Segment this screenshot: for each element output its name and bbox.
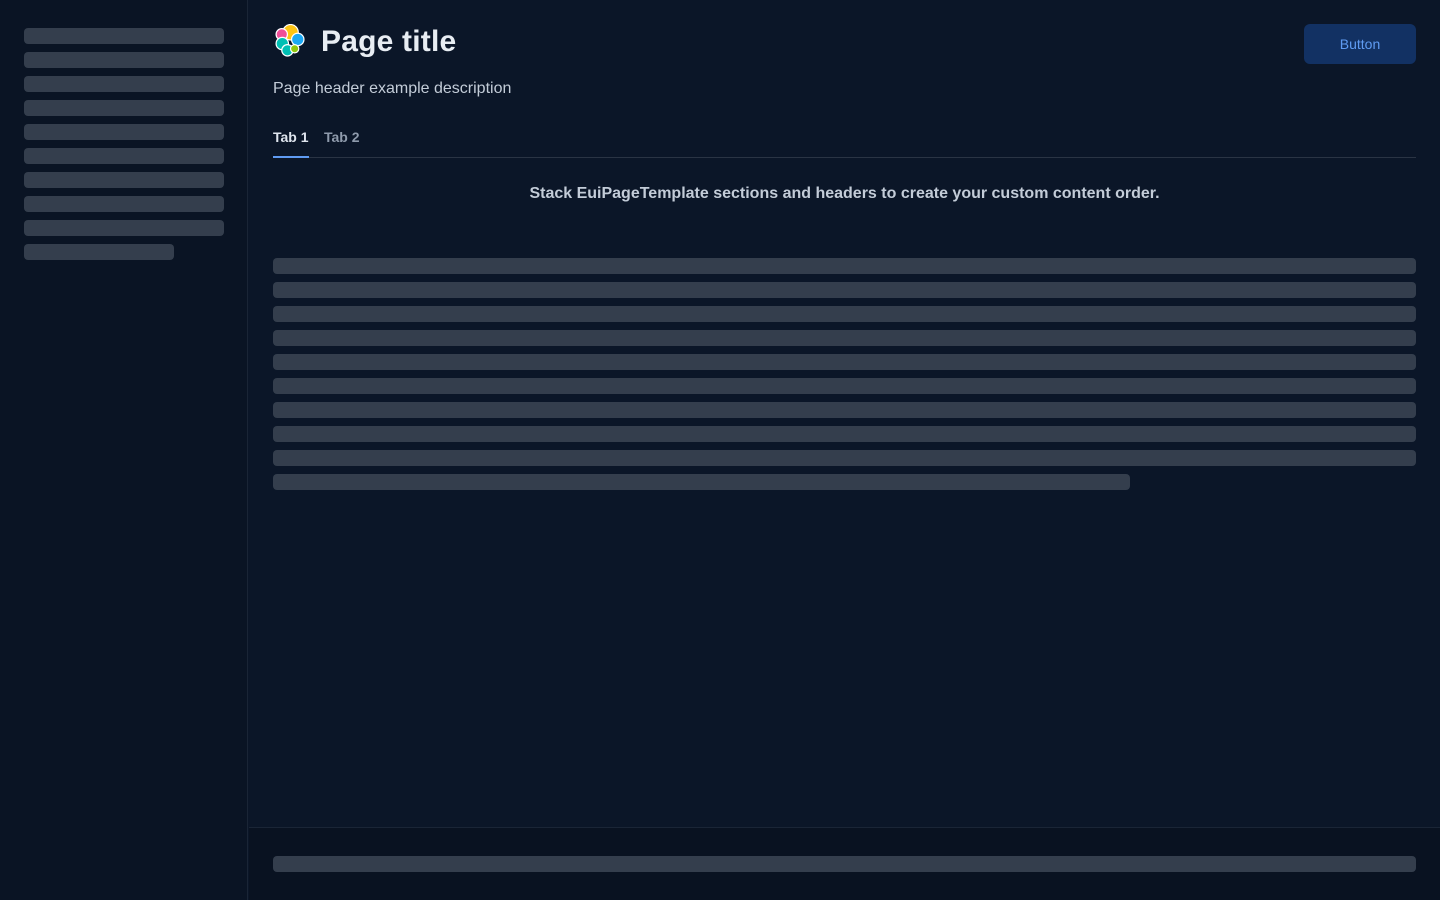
tab-bar: Tab 1 Tab 2 xyxy=(273,122,1416,158)
page-description: Page header example description xyxy=(273,80,512,97)
content-skeleton-line xyxy=(273,474,1130,490)
sidebar-skeleton-line xyxy=(24,172,224,188)
section-intro-text: Stack EuiPageTemplate sections and heade… xyxy=(529,185,1160,202)
content-skeleton-line xyxy=(273,378,1416,394)
page-footer xyxy=(249,827,1440,900)
header-action-button[interactable]: Button xyxy=(1304,24,1416,64)
sidebar-skeleton-line xyxy=(24,76,224,92)
content-skeleton-line xyxy=(273,282,1416,298)
sidebar-skeleton-line xyxy=(24,196,224,212)
sidebar-skeleton-line xyxy=(24,148,224,164)
sidebar-skeleton-line xyxy=(24,100,224,116)
app-window: Page title Button Page header example de… xyxy=(0,0,1440,900)
sidebar-skeleton-line xyxy=(24,220,224,236)
sidebar-skeleton-line xyxy=(24,244,174,260)
content-skeleton-line xyxy=(273,306,1416,322)
footer-skeleton-line xyxy=(273,856,1416,872)
sidebar-skeleton-line xyxy=(24,28,224,44)
sidebar xyxy=(0,0,248,900)
main-content: Page title Button Page header example de… xyxy=(249,0,1440,900)
content-skeleton-line xyxy=(273,426,1416,442)
elastic-logo-icon xyxy=(275,24,305,57)
page-title: Page title xyxy=(321,25,457,58)
content-skeleton-line xyxy=(273,450,1416,466)
sidebar-skeleton-line xyxy=(24,52,224,68)
content-skeleton-line xyxy=(273,354,1416,370)
tab-1[interactable]: Tab 1 xyxy=(273,122,309,158)
content-skeleton-line xyxy=(273,258,1416,274)
content-skeleton-line xyxy=(273,402,1416,418)
tab-2[interactable]: Tab 2 xyxy=(324,122,360,158)
sidebar-skeleton-line xyxy=(24,124,224,140)
content-skeleton-line xyxy=(273,330,1416,346)
